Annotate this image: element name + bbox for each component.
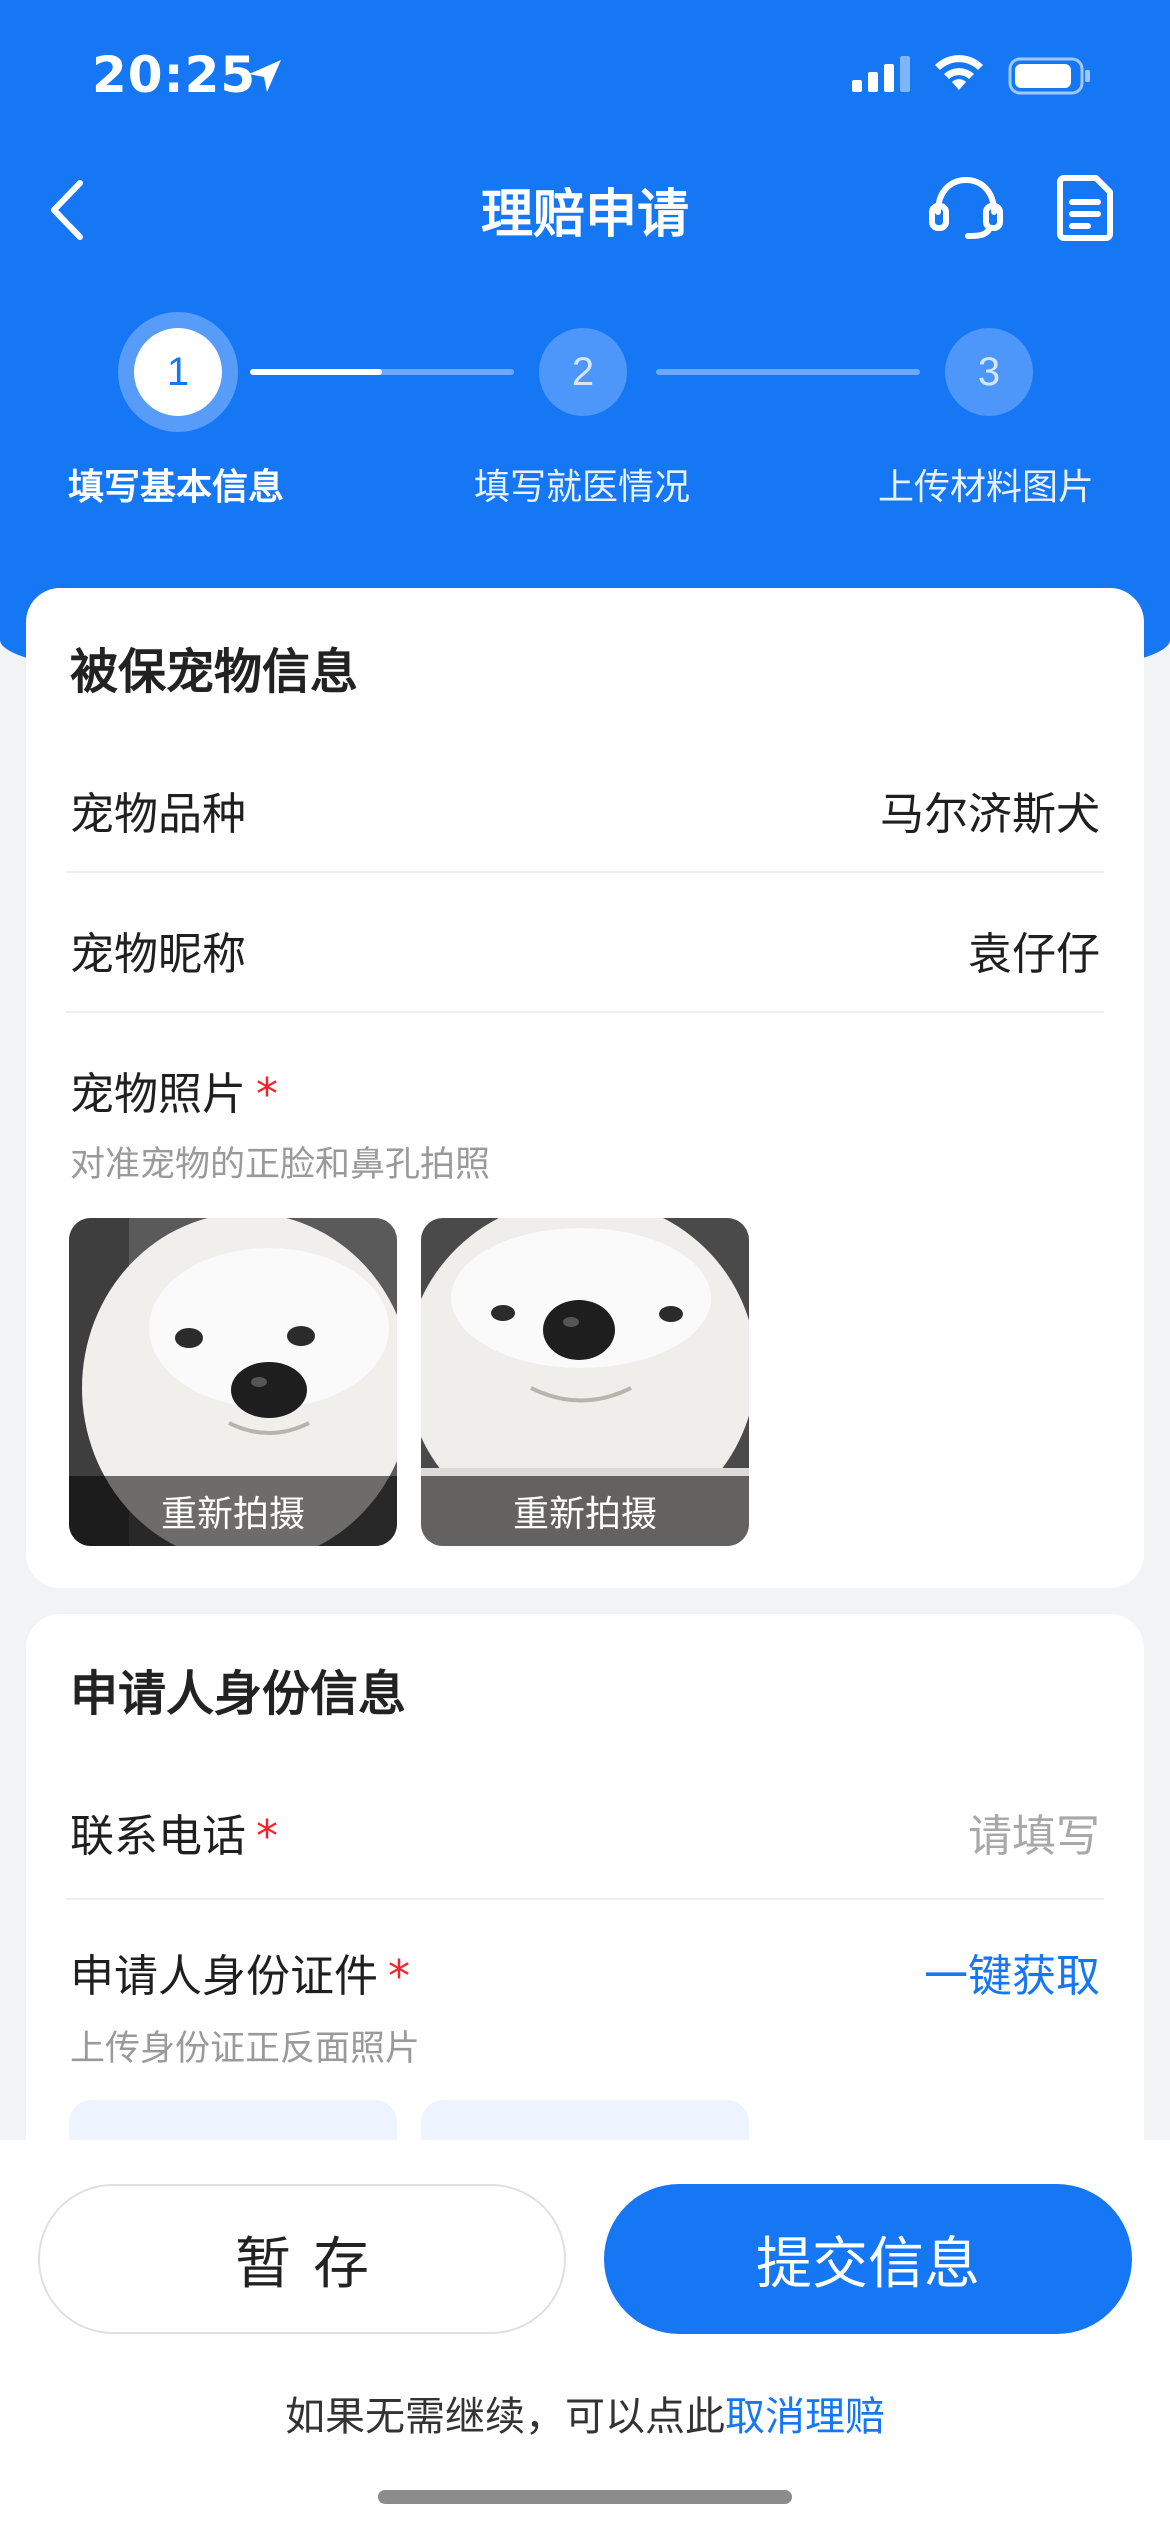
cellular-signal-icon	[852, 56, 910, 92]
required-mark: *	[256, 1811, 278, 1862]
step-progress-fill	[250, 369, 382, 375]
pet-photo-1[interactable]: 重新拍摄	[69, 1218, 397, 1546]
breed-value[interactable]: 马尔济斯犬	[880, 778, 1100, 842]
step-3-label: 上传材料图片	[878, 467, 1095, 508]
retake-photo-button[interactable]: 重新拍摄	[421, 1476, 749, 1546]
divider	[66, 871, 1104, 873]
pet-photo-2[interactable]: 重新拍摄	[421, 1218, 749, 1546]
pet-photo-hint: 对准宠物的正脸和鼻孔拍照	[70, 1145, 491, 1185]
required-mark: *	[256, 1069, 278, 1120]
one-click-fetch-link[interactable]: 一键获取	[924, 1940, 1100, 2004]
pet-info-title: 被保宠物信息	[70, 644, 359, 700]
id-document-label: 申请人身份证件 *	[70, 1940, 410, 2004]
nickname-value[interactable]: 袁仔仔	[968, 918, 1100, 982]
pet-photo-label-text: 宠物照片	[70, 1069, 246, 1120]
pet-info-card: 被保宠物信息 宠物品种 马尔济斯犬 宠物昵称 袁仔仔 宠物照片 * 对准宠物的正脸…	[26, 588, 1144, 1588]
step-3-circle: 3	[945, 328, 1033, 416]
status-time: 20:25	[92, 46, 257, 104]
step-1-label: 填写基本信息	[68, 467, 285, 508]
step-2-circle: 2	[539, 328, 627, 416]
footer-note-text: 如果无需继续，可以点此	[285, 2394, 725, 2440]
battery-icon	[1008, 57, 1090, 95]
document-list-icon[interactable]	[1056, 172, 1116, 242]
id-document-label-text: 申请人身份证件	[70, 1951, 378, 2002]
phone-label-text: 联系电话	[70, 1811, 246, 1862]
wifi-icon	[935, 55, 983, 90]
customer-service-headset-icon[interactable]	[928, 172, 1004, 242]
step-1-circle: 1	[134, 328, 222, 416]
required-mark: *	[388, 1951, 410, 2002]
step-2-label: 填写就医情况	[474, 467, 691, 508]
applicant-info-title: 申请人身份信息	[70, 1666, 407, 1722]
cancel-claim-link[interactable]: 取消理赔	[725, 2394, 885, 2440]
divider	[66, 1011, 1104, 1013]
id-document-hint: 上传身份证正反面照片	[70, 2029, 421, 2069]
retake-photo-button[interactable]: 重新拍摄	[69, 1476, 397, 1546]
home-indicator[interactable]	[378, 2490, 792, 2504]
location-arrow-icon	[249, 60, 281, 92]
submit-button[interactable]: 提交信息	[604, 2184, 1132, 2334]
pet-photo-label: 宠物照片 *	[70, 1058, 278, 1122]
footer-note: 如果无需继续，可以点此取消理赔	[0, 2384, 1170, 2442]
nickname-label: 宠物昵称	[70, 929, 246, 980]
phone-input[interactable]: 请填写	[968, 1800, 1100, 1864]
breed-label: 宠物品种	[70, 789, 246, 840]
save-draft-button[interactable]: 暂存	[38, 2184, 566, 2334]
divider	[66, 1898, 1104, 1900]
phone-label: 联系电话 *	[70, 1800, 278, 1864]
step-connector-2	[656, 369, 920, 375]
